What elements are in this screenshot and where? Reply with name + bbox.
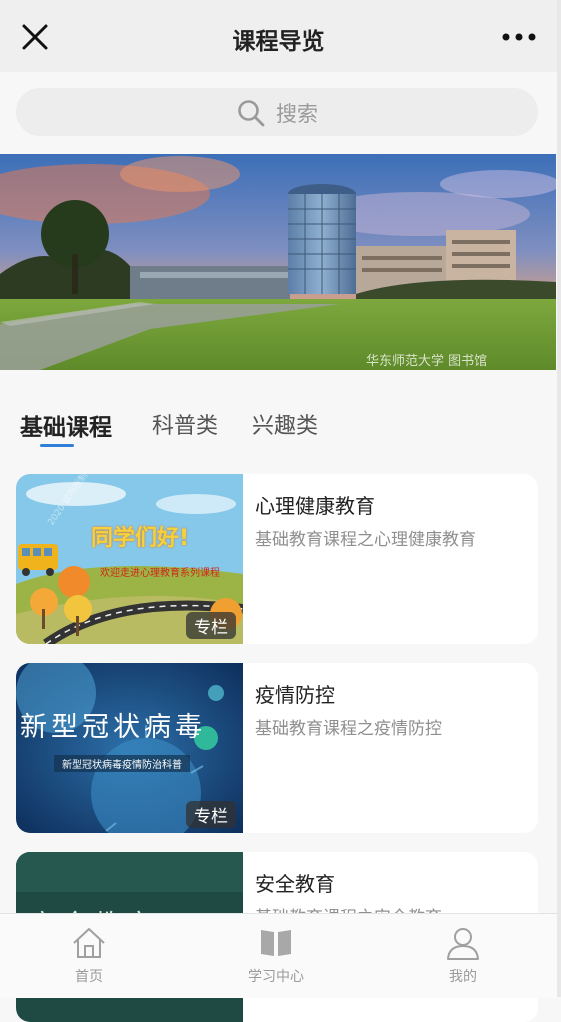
search-input[interactable]: 搜索 (16, 88, 538, 136)
window-edge (557, 0, 561, 997)
more-icon[interactable] (500, 30, 538, 44)
thumb-caption: 新型冠状病毒疫情防治科普 (54, 755, 190, 772)
nav-label: 首页 (75, 969, 103, 985)
category-tabs: 基础课程 科普类 兴趣类 (0, 380, 557, 460)
course-subtitle: 基础教育课程之疫情防控 (255, 719, 442, 739)
course-card[interactable]: 同学们好! 欢迎走进心理教育系列课程 2020 试用版制作 专栏 心理健康教育 … (16, 474, 538, 644)
thumb-caption: 欢迎走进心理教育系列课程 (100, 568, 220, 579)
course-subtitle: 基础教育课程之心理健康教育 (255, 530, 476, 550)
tab-basic-courses[interactable]: 基础课程 (20, 408, 112, 442)
search-area: 搜索 (0, 72, 557, 154)
nav-label: 学习中心 (248, 969, 304, 985)
nav-home[interactable]: 首页 (29, 924, 149, 986)
search-placeholder: 搜索 (276, 102, 318, 126)
nav-profile[interactable]: 我的 (403, 924, 523, 986)
nav-label: 我的 (449, 969, 477, 985)
banner-caption: 华东师范大学 图书馆 (366, 354, 488, 369)
nav-learning-center[interactable]: 学习中心 (216, 924, 336, 986)
tab-popular-science[interactable]: 科普类 (152, 408, 218, 440)
column-badge: 专栏 (186, 801, 236, 828)
course-card[interactable]: 新型冠状病毒 新型冠状病毒疫情防治科普 专栏 疫情防控 基础教育课程之疫情防控 (16, 663, 538, 833)
course-title: 心理健康教育 (255, 494, 375, 518)
bottom-navigation: 首页 学习中心 我的 (0, 913, 557, 998)
course-title: 疫情防控 (255, 683, 335, 707)
search-icon (238, 100, 265, 127)
home-icon (73, 928, 105, 958)
thumb-heading: 新型冠状病毒 (20, 712, 206, 743)
thumb-heading: 同学们好! (91, 526, 190, 551)
column-badge: 专栏 (186, 612, 236, 639)
user-icon (447, 928, 479, 960)
page-title: 课程导览 (232, 29, 325, 55)
active-tab-indicator (40, 444, 74, 447)
course-title: 安全教育 (255, 872, 335, 896)
banner-carousel[interactable]: 华东师范大学 图书馆 (0, 154, 556, 370)
top-bar: 课程导览 (0, 0, 557, 72)
book-icon (261, 930, 291, 956)
banner-image (0, 154, 556, 370)
tab-interest[interactable]: 兴趣类 (252, 408, 318, 440)
